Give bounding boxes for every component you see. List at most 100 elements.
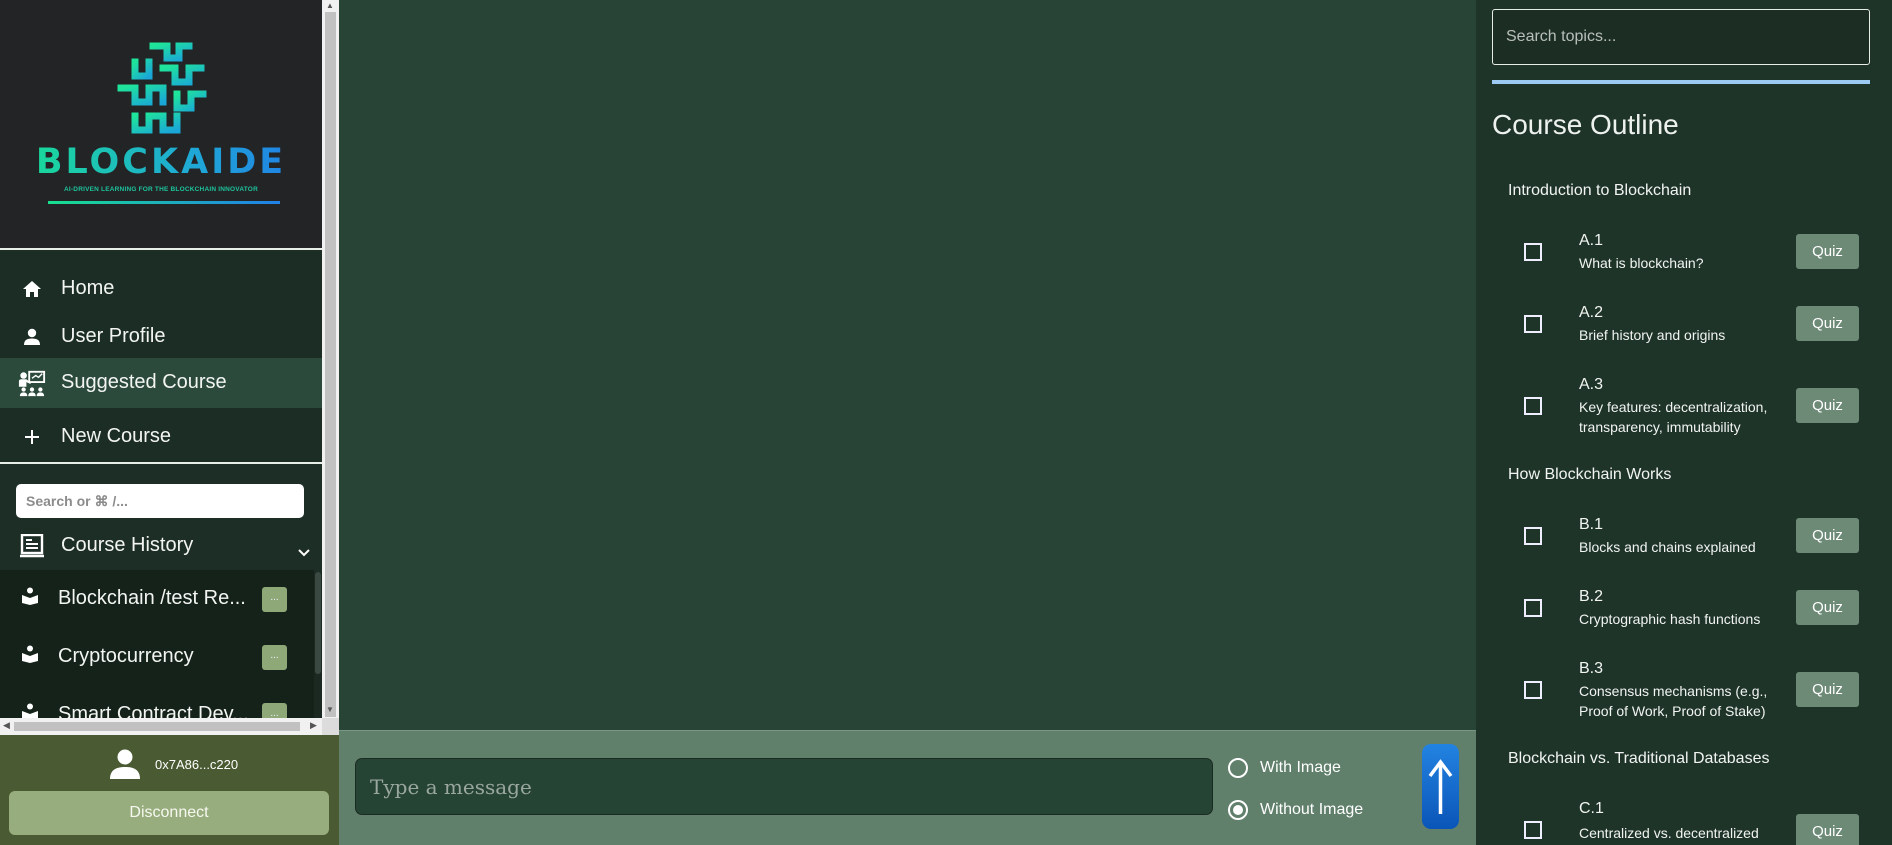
- lesson-code: B.3: [1579, 660, 1604, 677]
- lesson-description: Consensus mechanisms (e.g., Proof of Wor…: [1579, 683, 1768, 719]
- lesson-description: Key features: decentralization, transpar…: [1579, 399, 1768, 435]
- message-input[interactable]: [355, 758, 1213, 815]
- book-icon: [21, 645, 39, 669]
- wallet-address: 0x7A86...c220: [155, 757, 239, 772]
- lesson-description: What is blockchain?: [1579, 255, 1704, 271]
- course-history-label: Course History: [61, 534, 194, 556]
- scroll-right-arrow-icon[interactable]: ▶: [310, 720, 317, 731]
- lesson-checkbox[interactable]: [1524, 599, 1542, 617]
- history-item[interactable]: Cryptocurrency ...: [0, 628, 314, 686]
- app-root: BLOCKAIDE AI-DRIVEN LEARNING FOR THE BLO…: [0, 0, 1892, 845]
- divider: [1492, 80, 1870, 84]
- sidebar-horizontal-scrollbar-thumb[interactable]: [14, 722, 300, 731]
- quiz-button[interactable]: Quiz: [1796, 814, 1859, 845]
- lesson-checkbox[interactable]: [1524, 821, 1542, 839]
- nav-item-suggested-course[interactable]: Suggested Course: [0, 358, 322, 408]
- nav-item-label: New Course: [61, 425, 172, 447]
- quiz-button[interactable]: Quiz: [1796, 234, 1859, 269]
- send-button[interactable]: [1422, 744, 1459, 829]
- sidebar-nav: Home User Profile Suggested Course New C…: [0, 252, 322, 464]
- radio-label: Without Image: [1260, 801, 1364, 818]
- home-icon: [18, 277, 46, 301]
- lesson-description: Blocks and chains explained: [1579, 539, 1756, 555]
- quiz-button[interactable]: Quiz: [1796, 306, 1859, 341]
- history-item-label: Smart Contract Dev...: [58, 703, 249, 718]
- course-outline-panel: Course Outline Introduction to Blockchai…: [1476, 0, 1892, 845]
- lesson-checkbox[interactable]: [1524, 243, 1542, 261]
- lesson-code: C.1: [1579, 800, 1604, 817]
- history-item-label: Blockchain /test Re...: [58, 587, 246, 609]
- quiz-button[interactable]: Quiz: [1796, 388, 1859, 423]
- lesson-code: B.2: [1579, 588, 1604, 605]
- course-history-list: Blockchain /test Re... ... Cryptocurrenc…: [0, 570, 314, 718]
- quiz-button[interactable]: Quiz: [1796, 672, 1859, 707]
- quiz-button[interactable]: Quiz: [1796, 590, 1859, 625]
- scroll-up-arrow-icon[interactable]: ▲: [326, 1, 334, 10]
- chevron-down-icon: [298, 540, 310, 563]
- lesson-code: A.2: [1579, 304, 1604, 321]
- book-icon: [21, 587, 39, 611]
- outline-title: Course Outline: [1492, 109, 1679, 140]
- arrow-up-icon: [1428, 759, 1453, 814]
- account-icon: [109, 749, 141, 784]
- lesson-code: B.1: [1579, 516, 1604, 533]
- lesson-code: A.1: [1579, 232, 1604, 249]
- nav-item-label: Suggested Course: [61, 371, 227, 393]
- chat-area: [339, 0, 1476, 730]
- section-title: Introduction to Blockchain: [1508, 182, 1692, 199]
- history-item-more-button[interactable]: ...: [262, 645, 287, 670]
- brand-logo: BLOCKAIDE AI-DRIVEN LEARNING FOR THE BLO…: [0, 0, 322, 250]
- quiz-button[interactable]: Quiz: [1796, 518, 1859, 553]
- lesson-checkbox[interactable]: [1524, 397, 1542, 415]
- maze-logo-icon: [117, 42, 207, 134]
- nav-item-user-profile[interactable]: User Profile: [0, 312, 322, 360]
- disconnect-button[interactable]: Disconnect: [9, 791, 329, 835]
- history-list-icon: [19, 533, 45, 564]
- sidebar: BLOCKAIDE AI-DRIVEN LEARNING FOR THE BLO…: [0, 0, 339, 845]
- sidebar-vertical-scrollbar[interactable]: ▲ ▼: [322, 0, 339, 718]
- sidebar-search-input[interactable]: [16, 484, 304, 518]
- lesson-checkbox[interactable]: [1524, 315, 1542, 333]
- radio-without-image[interactable]: Without Image: [1228, 800, 1363, 820]
- radio-with-image[interactable]: With Image: [1228, 758, 1341, 778]
- lesson-description: Centralized vs. decentralized: [1579, 825, 1759, 841]
- sidebar-scroll-area: BLOCKAIDE AI-DRIVEN LEARNING FOR THE BLO…: [0, 0, 339, 735]
- scrollbar-corner: [322, 718, 339, 735]
- topic-search-input[interactable]: [1492, 9, 1870, 65]
- brand-tagline: AI-DRIVEN LEARNING FOR THE BLOCKCHAIN IN…: [64, 186, 258, 193]
- history-item-more-button[interactable]: ...: [262, 703, 287, 718]
- user-icon: [18, 325, 46, 349]
- brand-underline: [48, 201, 280, 204]
- radio-button[interactable]: [1228, 758, 1248, 778]
- nav-item-label: Home: [61, 277, 115, 299]
- lesson-checkbox[interactable]: [1524, 527, 1542, 545]
- radio-button-selected[interactable]: [1228, 800, 1248, 820]
- plus-icon: [18, 425, 46, 449]
- nav-item-label: User Profile: [61, 325, 166, 347]
- history-scrollbar-thumb[interactable]: [315, 572, 321, 674]
- history-item-label: Cryptocurrency: [58, 645, 194, 667]
- course-history-header[interactable]: Course History: [0, 528, 322, 568]
- scroll-left-arrow-icon[interactable]: ◀: [3, 720, 10, 731]
- lesson-description: Brief history and origins: [1579, 327, 1726, 343]
- wallet-panel: 0x7A86...c220 Disconnect: [0, 735, 339, 845]
- teacher-icon: [18, 370, 46, 397]
- book-icon: [21, 703, 39, 718]
- nav-item-home[interactable]: Home: [0, 264, 322, 312]
- nav-item-new-course[interactable]: New Course: [0, 412, 322, 460]
- message-composer: With Image Without Image: [339, 730, 1476, 845]
- lesson-description: Cryptographic hash functions: [1579, 611, 1761, 627]
- history-item-more-button[interactable]: ...: [262, 587, 287, 612]
- sidebar-vertical-scrollbar-thumb[interactable]: [325, 12, 336, 717]
- lesson-code: A.3: [1579, 376, 1604, 393]
- history-scrollbar[interactable]: [314, 572, 322, 718]
- history-item[interactable]: Blockchain /test Re... ...: [0, 570, 314, 628]
- scroll-down-arrow-icon[interactable]: ▼: [326, 705, 334, 714]
- brand-name: BLOCKAIDE: [0, 142, 322, 182]
- section-title: Blockchain vs. Traditional Databases: [1508, 750, 1770, 767]
- history-item[interactable]: Smart Contract Dev... ...: [0, 686, 314, 718]
- radio-label: With Image: [1260, 759, 1341, 776]
- sidebar-horizontal-scrollbar[interactable]: ◀ ▶: [0, 718, 322, 735]
- lesson-checkbox[interactable]: [1524, 681, 1542, 699]
- section-title: How Blockchain Works: [1508, 466, 1672, 483]
